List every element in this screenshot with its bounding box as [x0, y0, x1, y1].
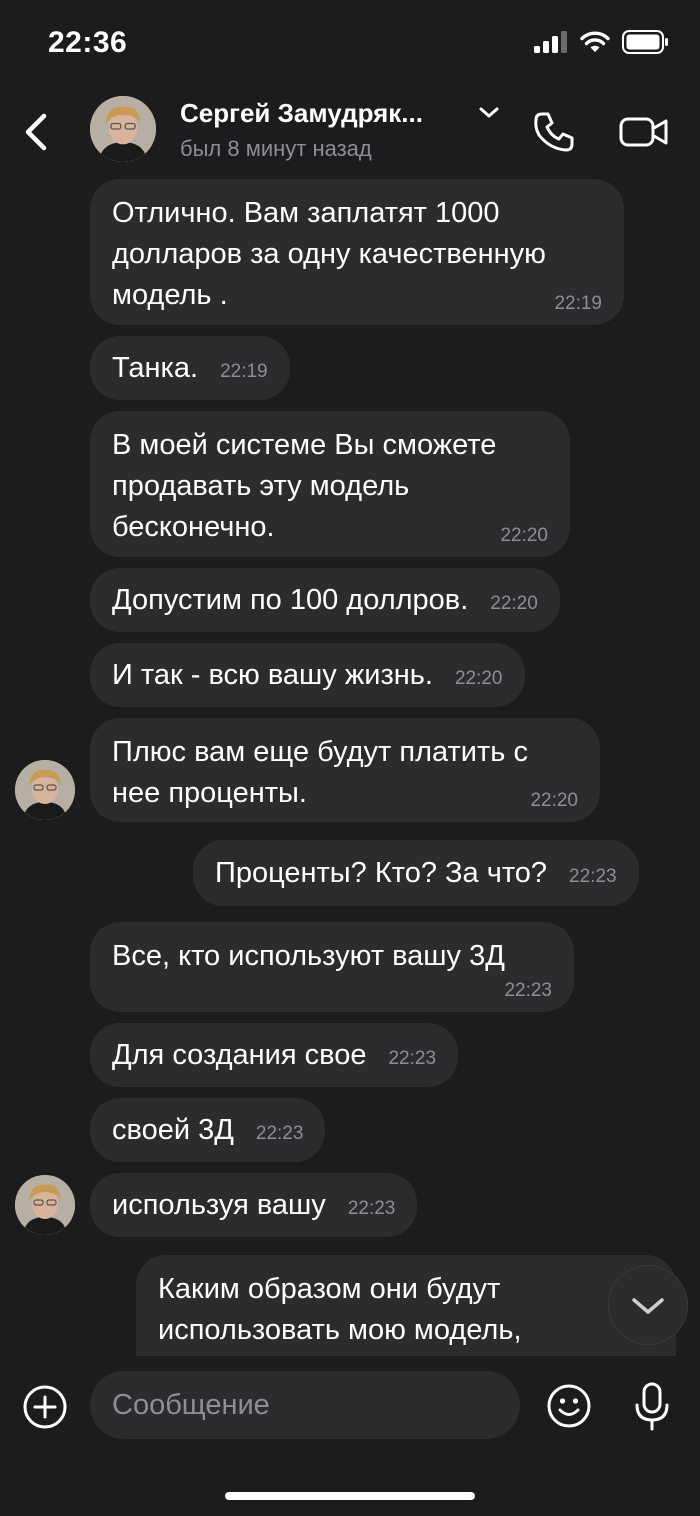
- message-bubble[interactable]: используя вашу 22:23: [90, 1173, 418, 1237]
- message-text: Танка.: [112, 352, 199, 384]
- message-text: Проценты? Кто? За что?: [215, 857, 548, 889]
- message-text: Отлично. Вам заплатят 1000 долларов за о…: [112, 197, 546, 311]
- battery-icon: [622, 30, 668, 54]
- message-time: 22:19: [220, 361, 268, 382]
- contact-avatar[interactable]: [90, 96, 156, 162]
- message-text: Каким образом они будут использовать мою…: [158, 1273, 522, 1346]
- message-bubble[interactable]: В моей системе Вы сможете продавать эту …: [90, 411, 570, 557]
- message-text: Плюс вам еще будут платить с нее процент…: [112, 736, 528, 809]
- message-input[interactable]: [90, 1371, 520, 1439]
- back-icon[interactable]: [18, 110, 54, 154]
- last-seen-status: был 8 минут назад: [180, 136, 372, 161]
- message-bubble[interactable]: Танка. 22:19: [90, 336, 290, 400]
- message-text: Допустим по 100 доллров.: [112, 584, 469, 616]
- message-input-wrapper: [90, 1371, 520, 1439]
- message-text: используя вашу: [112, 1189, 326, 1221]
- phone-icon[interactable]: [530, 108, 578, 156]
- message-time: 22:20: [490, 593, 538, 614]
- message-composer: [0, 1356, 700, 1516]
- cellular-signal-icon: [534, 31, 567, 53]
- message-time: 22:23: [569, 866, 617, 887]
- chevron-down-icon: [632, 1298, 664, 1314]
- avatar-photo: [15, 760, 75, 820]
- microphone-icon[interactable]: [632, 1381, 672, 1433]
- message-time: 22:23: [388, 1048, 437, 1069]
- sender-avatar[interactable]: [15, 1175, 75, 1235]
- message-bubble[interactable]: Все, кто используют вашу 3Д 22:23: [90, 922, 574, 1012]
- message-text: Все, кто используют вашу 3Д: [112, 940, 505, 972]
- message-bubble[interactable]: Допустим по 100 доллров. 22:20: [90, 568, 560, 632]
- message-time: 22:20: [500, 525, 548, 546]
- message-text: И так - всю вашу жизнь.: [112, 659, 433, 691]
- chevron-down-icon[interactable]: [478, 106, 500, 120]
- message-bubble[interactable]: своей 3Д 22:23: [90, 1098, 326, 1162]
- emoji-icon[interactable]: [546, 1383, 592, 1429]
- avatar-photo: [90, 96, 156, 162]
- status-icons: [534, 30, 670, 54]
- message-time: 22:19: [554, 293, 602, 314]
- message-time: 22:23: [255, 1123, 304, 1144]
- message-bubble[interactable]: Плюс вам еще будут платить с нее процент…: [90, 718, 600, 822]
- message-time: 22:23: [504, 980, 552, 1001]
- message-text: Для создания свое: [112, 1039, 367, 1071]
- status-bar: 22:36: [0, 0, 700, 86]
- message-time: 22:23: [347, 1198, 396, 1219]
- message-bubble-outgoing[interactable]: Проценты? Кто? За что? 22:23: [193, 840, 639, 906]
- scroll-to-bottom-button[interactable]: [608, 1265, 688, 1345]
- avatar-photo: [15, 1175, 75, 1235]
- wifi-icon: [580, 31, 610, 52]
- message-text: В моей системе Вы сможете продавать эту …: [112, 429, 497, 543]
- message-bubble[interactable]: Отлично. Вам заплатят 1000 долларов за о…: [90, 179, 624, 325]
- sender-avatar[interactable]: [15, 760, 75, 820]
- message-bubble[interactable]: Для создания свое 22:23: [90, 1023, 459, 1087]
- status-time: 22:36: [48, 26, 128, 59]
- home-indicator[interactable]: [225, 1492, 475, 1500]
- message-time: 22:20: [530, 790, 578, 811]
- chat-header: Сергей Замудряк... был 8 минут назад: [0, 86, 700, 176]
- message-text: своей 3Д: [112, 1114, 234, 1146]
- message-time: 22:20: [454, 668, 503, 689]
- contact-name[interactable]: Сергей Замудряк...: [180, 98, 423, 129]
- add-attachment-icon[interactable]: [22, 1384, 68, 1430]
- video-call-icon[interactable]: [618, 112, 670, 152]
- message-bubble[interactable]: И так - всю вашу жизнь. 22:20: [90, 643, 525, 707]
